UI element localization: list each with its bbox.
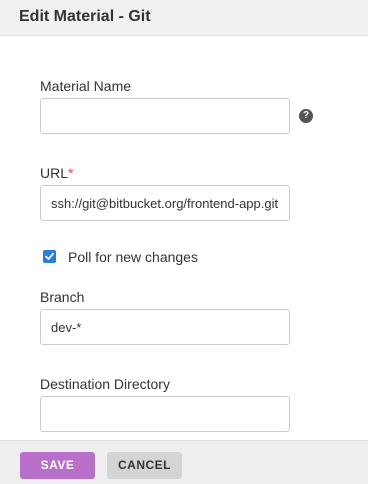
material-name-input[interactable] bbox=[40, 98, 290, 134]
material-name-label: Material Name bbox=[40, 78, 132, 94]
url-label: URL* bbox=[40, 165, 73, 181]
poll-label[interactable]: Poll for new changes bbox=[68, 249, 198, 265]
required-marker: * bbox=[68, 165, 74, 181]
dialog-title: Edit Material - Git bbox=[19, 8, 151, 25]
dialog-header: Edit Material - Git bbox=[0, 0, 368, 36]
branch-label: Branch bbox=[40, 289, 85, 305]
save-button[interactable]: SAVE bbox=[20, 452, 95, 479]
checkmark-icon bbox=[45, 252, 54, 260]
branch-input[interactable] bbox=[40, 309, 290, 345]
question-mark-icon[interactable]: ? bbox=[299, 109, 313, 123]
destination-input[interactable] bbox=[40, 396, 290, 432]
dialog-footer: SAVE CANCEL bbox=[0, 440, 368, 484]
destination-label: Destination Directory bbox=[40, 376, 170, 392]
edit-material-dialog: Edit Material - Git Material Name ? URL*… bbox=[0, 0, 368, 484]
cancel-button[interactable]: CANCEL bbox=[107, 452, 182, 479]
url-input[interactable] bbox=[40, 185, 290, 221]
url-label-text: URL bbox=[40, 165, 69, 181]
poll-checkbox[interactable] bbox=[43, 250, 56, 263]
